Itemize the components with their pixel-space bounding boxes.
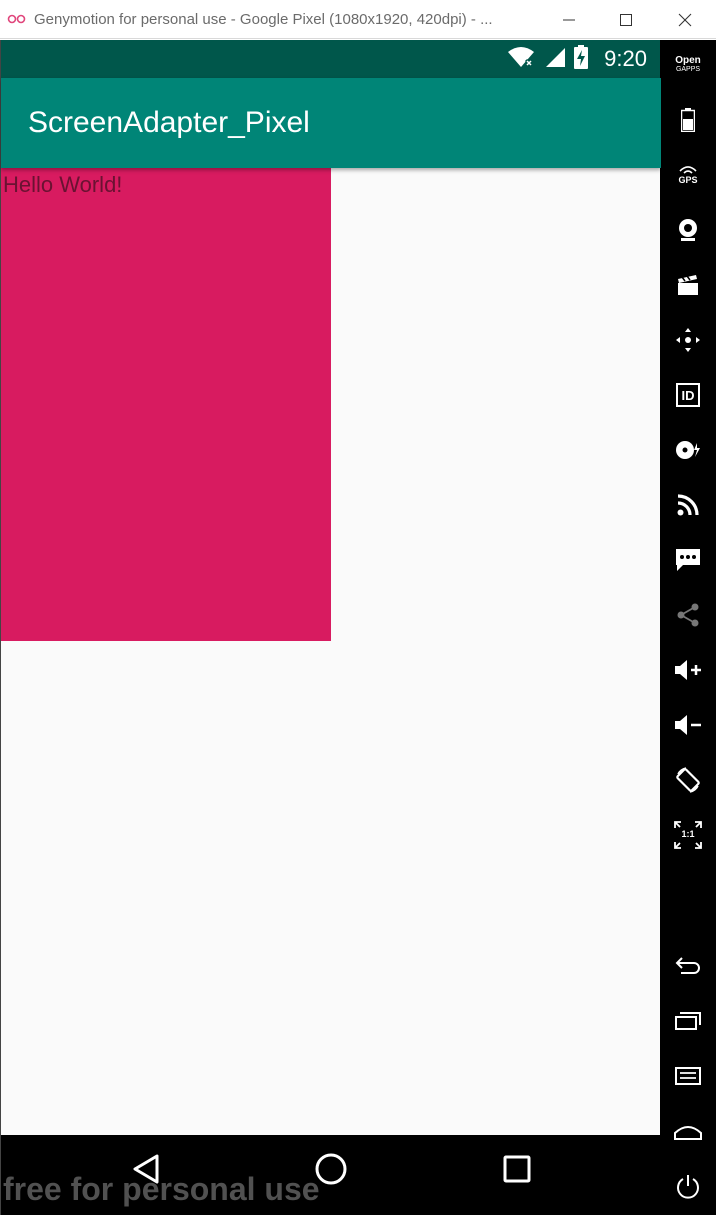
disk-io-button[interactable] xyxy=(660,430,716,470)
share-icon xyxy=(676,603,700,627)
power-icon xyxy=(675,1174,701,1200)
menu-icon xyxy=(675,1067,701,1085)
device-screen: 9:20 ScreenAdapter_Pixel Hello World! fr… xyxy=(0,40,661,1215)
minimize-button[interactable] xyxy=(540,0,598,39)
id-icon: ID xyxy=(676,383,700,407)
disk-io-icon xyxy=(675,439,701,461)
gapps-label: GAPPS xyxy=(675,66,701,73)
power-button[interactable] xyxy=(660,1167,716,1207)
genymotion-toolbar: Open GAPPS GPS ID 1:1 xyxy=(660,40,716,1215)
clapperboard-icon xyxy=(677,274,699,296)
recents-nav-button[interactable] xyxy=(492,1149,542,1189)
status-clock: 9:20 xyxy=(604,46,647,71)
status-bar: 9:20 xyxy=(1,40,661,78)
battery-button[interactable] xyxy=(660,100,716,140)
rotate-icon xyxy=(674,766,702,794)
capture-button[interactable] xyxy=(660,265,716,305)
watermark-text: free for personal use xyxy=(3,1171,320,1207)
volume-down-icon xyxy=(674,714,702,736)
gps-icon: GPS xyxy=(678,165,698,185)
app-bar: ScreenAdapter_Pixel xyxy=(1,78,661,168)
device-home-button[interactable] xyxy=(660,1112,716,1152)
navigation-bar: free for personal use xyxy=(1,1135,661,1215)
app-content: Hello World! xyxy=(1,168,661,1135)
gps-label: GPS xyxy=(678,175,698,185)
identifiers-button[interactable]: ID xyxy=(660,375,716,415)
network-button[interactable] xyxy=(660,485,716,525)
sms-icon xyxy=(675,548,701,572)
genymotion-logo-icon xyxy=(0,0,34,39)
battery-icon xyxy=(681,108,695,132)
window-title: Genymotion for personal use - Google Pix… xyxy=(34,10,493,28)
webcam-icon xyxy=(677,218,699,242)
remote-control-button[interactable] xyxy=(660,320,716,360)
id-label: ID xyxy=(681,387,695,403)
volume-up-icon xyxy=(674,659,702,681)
recent-apps-icon xyxy=(675,1012,701,1030)
gps-button[interactable]: GPS xyxy=(660,155,716,195)
hello-world-text: Hello World! xyxy=(3,172,123,197)
home-icon xyxy=(674,1123,702,1141)
close-button[interactable] xyxy=(656,0,714,39)
rss-icon xyxy=(677,494,699,516)
pixel-perfect-label: 1:1 xyxy=(681,829,695,839)
device-back-button[interactable] xyxy=(660,945,716,985)
back-arrow-icon xyxy=(675,956,701,974)
pixel-perfect-button[interactable]: 1:1 xyxy=(660,815,716,855)
rotate-button[interactable] xyxy=(660,760,716,800)
app-title: ScreenAdapter_Pixel xyxy=(28,106,310,139)
share-button[interactable] xyxy=(660,595,716,635)
webcam-button[interactable] xyxy=(660,210,716,250)
volume-up-button[interactable] xyxy=(660,650,716,690)
pixel-perfect-icon: 1:1 xyxy=(674,821,702,849)
signal-icon xyxy=(544,46,566,73)
open-gapps-button[interactable]: Open GAPPS xyxy=(660,45,716,85)
maximize-button[interactable] xyxy=(597,0,655,39)
dpad-icon xyxy=(675,327,701,353)
sms-button[interactable] xyxy=(660,540,716,580)
open-gapps-label: Open xyxy=(675,55,701,66)
window-title-bar: Genymotion for personal use - Google Pix… xyxy=(0,0,716,39)
battery-charging-icon xyxy=(574,44,589,74)
volume-down-button[interactable] xyxy=(660,705,716,745)
pink-view: Hello World! xyxy=(1,168,331,641)
recent-apps-button[interactable] xyxy=(660,1001,716,1041)
wifi-icon xyxy=(506,45,536,74)
menu-button[interactable] xyxy=(660,1056,716,1096)
